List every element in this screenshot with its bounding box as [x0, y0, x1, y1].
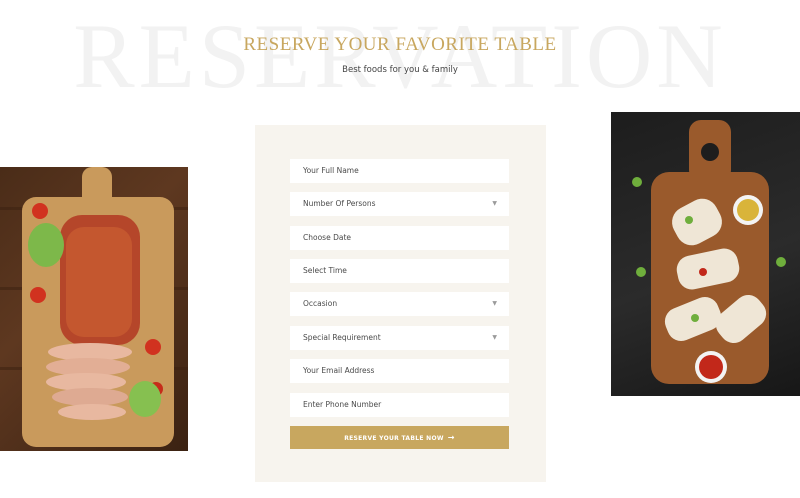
select-time-placeholder: Select Time — [303, 266, 347, 275]
occasion-select[interactable]: Occasion ▼ — [290, 292, 509, 316]
arrow-right-icon: → — [447, 433, 455, 442]
chevron-down-icon: ▼ — [492, 334, 497, 341]
chevron-down-icon: ▼ — [492, 300, 497, 307]
number-of-persons-select[interactable]: Number Of Persons ▼ — [290, 192, 509, 216]
background-watermark-text: RESERVATION — [73, 5, 727, 107]
reserve-table-button-label: RESERVE YOUR TABLE NOW — [344, 435, 444, 442]
select-time-input[interactable]: Select Time — [290, 259, 509, 283]
phone-placeholder: Enter Phone Number — [303, 400, 382, 409]
full-name-input[interactable]: Your Full Name — [290, 159, 509, 183]
full-name-placeholder: Your Full Name — [303, 166, 359, 175]
meatloaf-illustration — [0, 167, 188, 447]
special-requirement-placeholder: Special Requirement — [303, 333, 381, 342]
reserve-table-button[interactable]: RESERVE YOUR TABLE NOW → — [290, 426, 509, 449]
page-title: RESERVE YOUR FAVORITE TABLE — [243, 34, 557, 55]
wraps-illustration — [632, 120, 786, 384]
special-requirement-select[interactable]: Special Requirement ▼ — [290, 326, 509, 350]
number-of-persons-placeholder: Number Of Persons — [303, 199, 376, 208]
wraps-photo — [611, 112, 800, 396]
email-input[interactable]: Your Email Address — [290, 359, 509, 383]
meatloaf-photo — [0, 167, 188, 451]
page-subtitle: Best foods for you & family — [342, 65, 458, 75]
choose-date-input[interactable]: Choose Date — [290, 226, 509, 250]
email-placeholder: Your Email Address — [303, 366, 375, 375]
occasion-placeholder: Occasion — [303, 299, 338, 308]
choose-date-placeholder: Choose Date — [303, 233, 351, 242]
chevron-down-icon: ▼ — [492, 200, 497, 207]
phone-input[interactable]: Enter Phone Number — [290, 393, 509, 417]
reservation-form: Your Full Name Number Of Persons ▼ Choos… — [255, 125, 546, 482]
